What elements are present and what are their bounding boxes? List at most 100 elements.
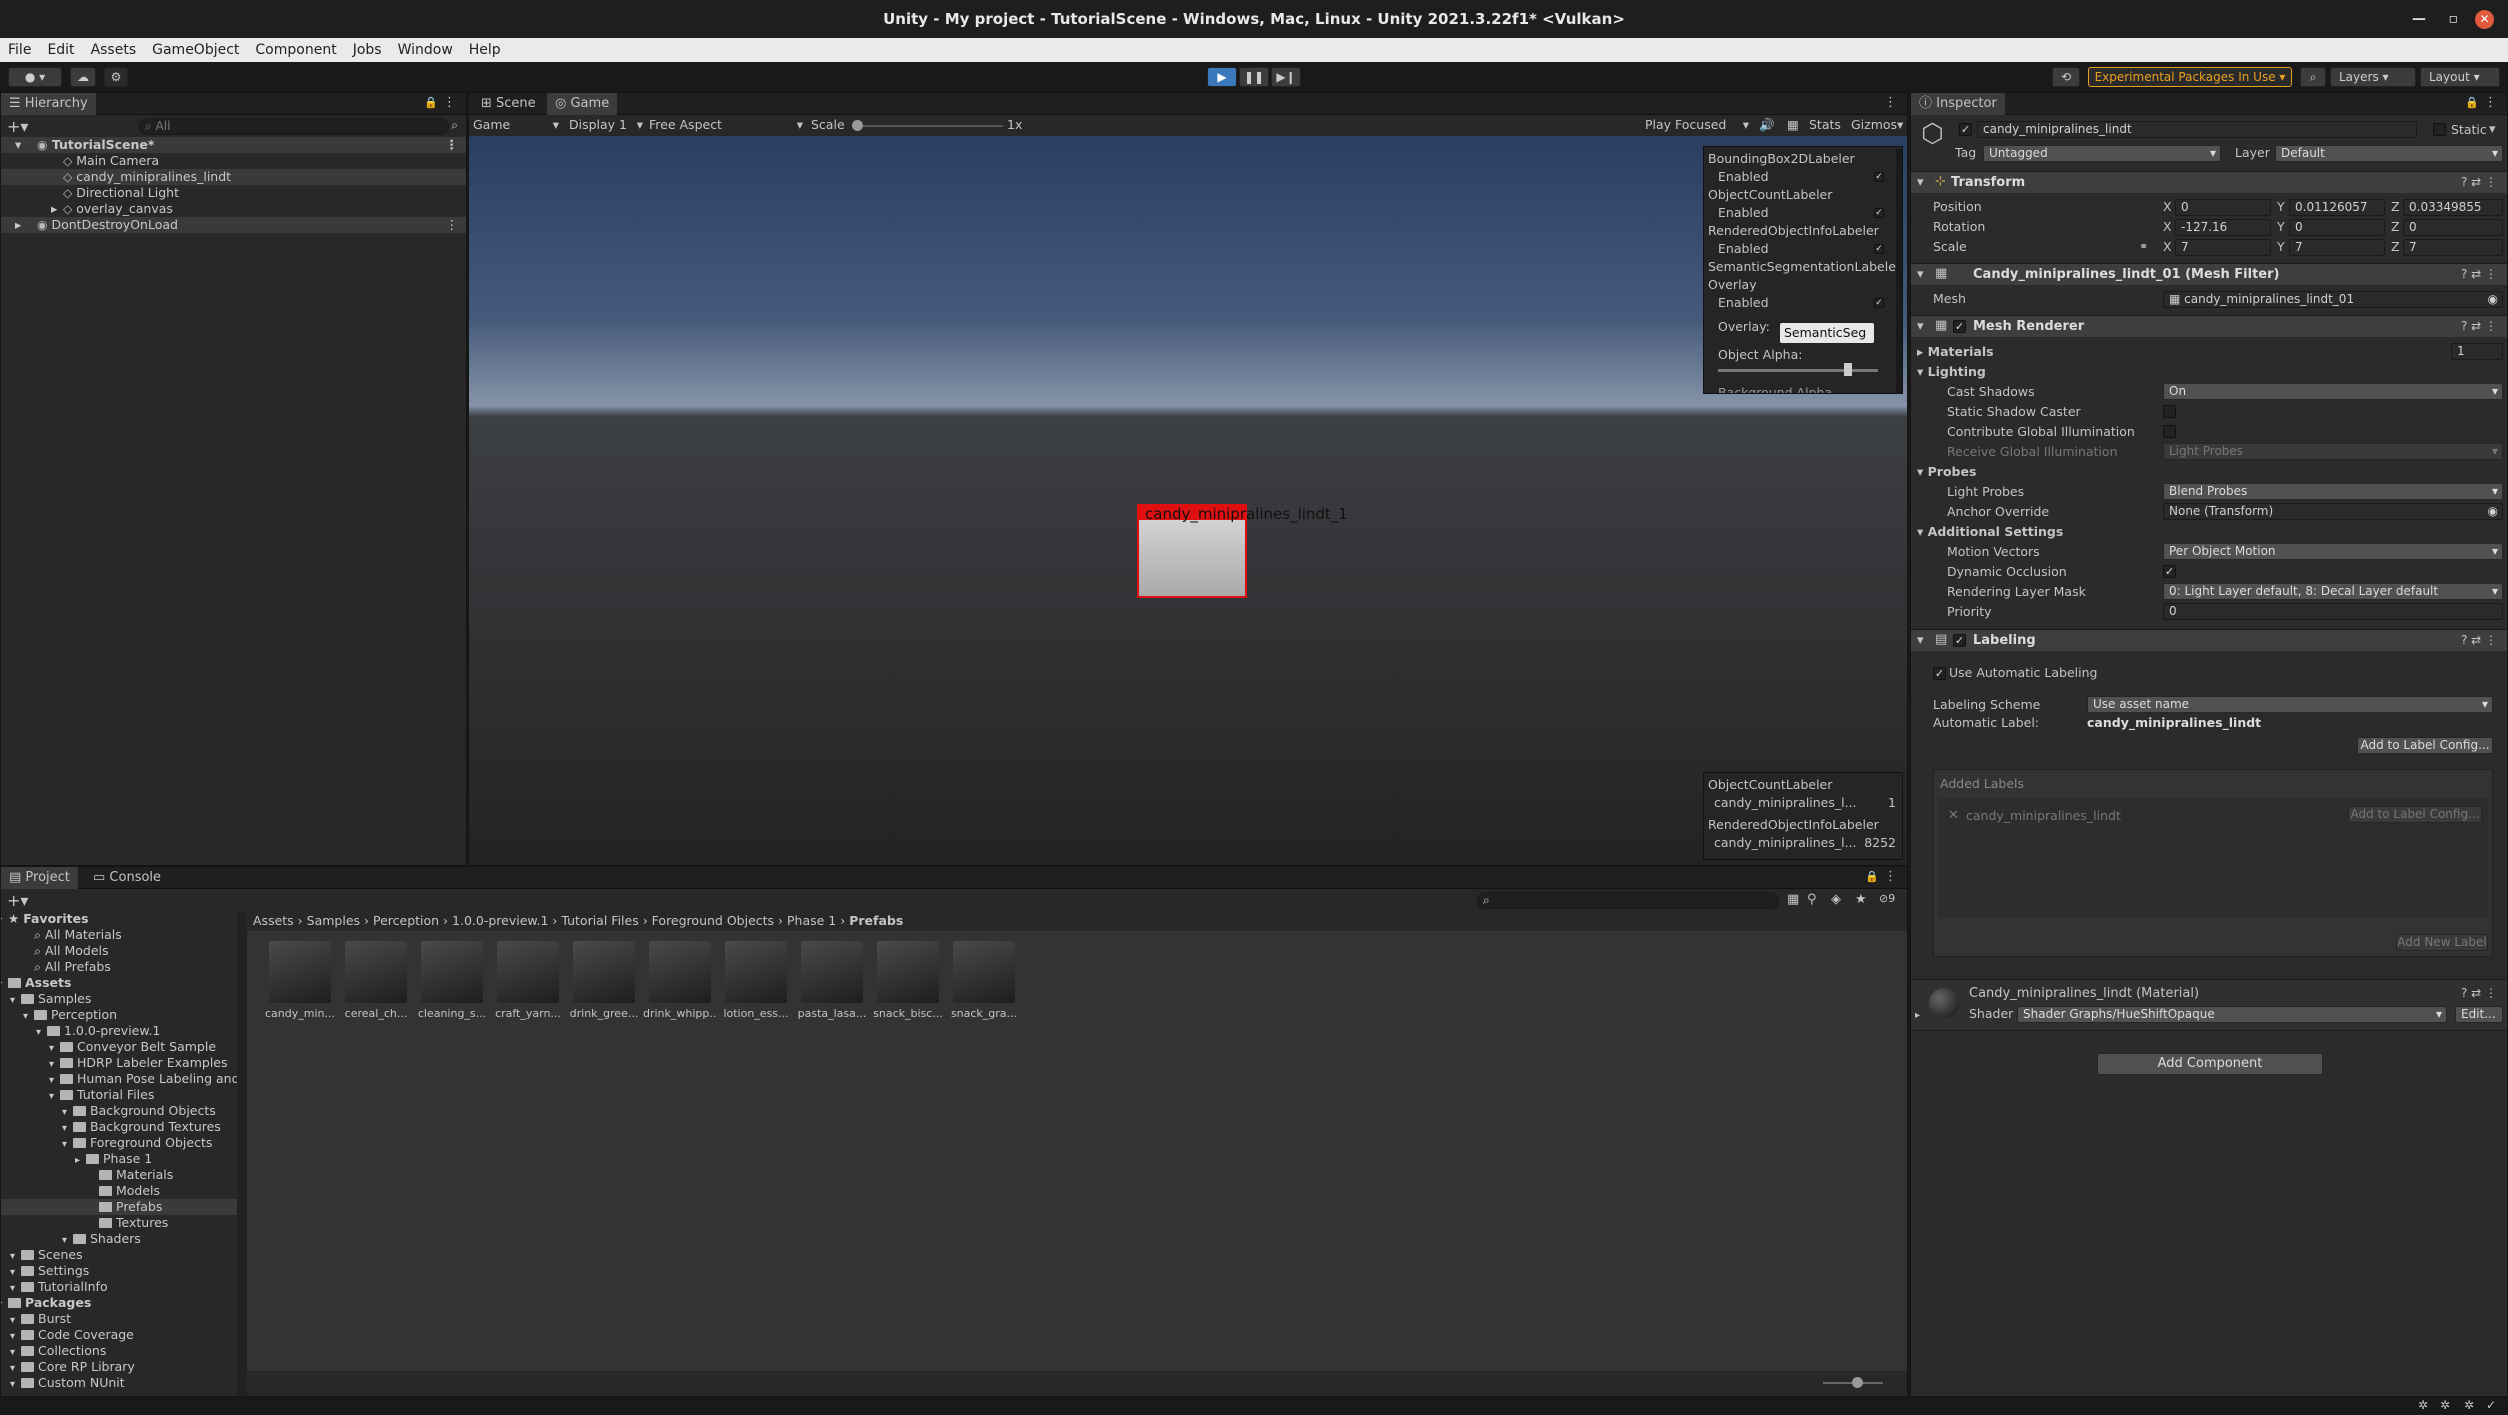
layout-dropdown[interactable]: Layout ▾ xyxy=(2420,67,2500,87)
menu-gameobject[interactable]: GameObject xyxy=(144,38,247,62)
folder-tree-item[interactable]: ▾ HDRP Labeler Examples xyxy=(1,1055,237,1071)
scene-menu-icon[interactable]: ⋮ xyxy=(446,217,459,233)
folder-tree-item[interactable]: ▾ TutorialInfo xyxy=(1,1279,237,1295)
lock-icon[interactable]: 🔒 xyxy=(1865,870,1879,883)
diagnostics-icon[interactable]: ✲ xyxy=(2464,1398,2474,1412)
play-focused-dropdown[interactable]: Play Focused ▾ xyxy=(1645,117,1749,132)
remove-label-icon[interactable]: ✕ xyxy=(1948,808,1959,823)
breadcrumb-item[interactable]: Tutorial Files xyxy=(561,913,638,928)
labeling-enabled-checkbox[interactable]: ✓ xyxy=(1953,634,1966,647)
hierarchy-item[interactable]: ◇ Main Camera xyxy=(1,153,466,169)
overlay-scrollbar[interactable] xyxy=(1896,149,1902,393)
prefab-thumbnail[interactable] xyxy=(649,941,711,1003)
enabled-checkbox[interactable]: ✓ xyxy=(1874,208,1884,218)
rotation-x-field[interactable]: -127.16 xyxy=(2175,219,2271,236)
object-name-input[interactable]: candy_minipralines_lindt xyxy=(1977,121,2417,138)
mesh-renderer-enabled-checkbox[interactable]: ✓ xyxy=(1953,320,1966,333)
rendering-layer-mask-dropdown[interactable]: 0: Light Layer default, 8: Decal Layer d… xyxy=(2163,583,2503,600)
hierarchy-item[interactable]: ▸ ◇ overlay_canvas xyxy=(1,201,466,217)
expand-arrow-icon[interactable]: ▾ xyxy=(10,1377,21,1393)
tag-dropdown[interactable]: Untagged ▾ xyxy=(1983,145,2221,162)
folder-tree-item[interactable]: Materials xyxy=(1,1167,237,1183)
light-probes-dropdown[interactable]: Blend Probes ▾ xyxy=(2163,483,2503,500)
search-icon[interactable]: ⌕ xyxy=(2300,67,2326,87)
folder-tree-item[interactable]: ▾Assets xyxy=(1,975,237,991)
check-icon[interactable]: ✓ xyxy=(2486,1398,2496,1412)
folder-tree-item[interactable]: ▾Packages xyxy=(1,1295,237,1311)
overlay-mode-dropdown[interactable]: SemanticSeg xyxy=(1780,323,1874,343)
folder-tree-item[interactable]: ▾ Core RP Library xyxy=(1,1359,237,1375)
folder-tree-item[interactable]: Textures xyxy=(1,1215,237,1231)
expand-arrow-icon[interactable]: ▾ xyxy=(15,137,21,153)
folder-tree-item[interactable]: ▾ Samples xyxy=(1,991,237,1007)
folder-tree-item[interactable]: ▾ Settings xyxy=(1,1263,237,1279)
enabled-checkbox[interactable]: ✓ xyxy=(1874,298,1884,308)
folder-tree-item[interactable]: ▾ Background Objects xyxy=(1,1103,237,1119)
hierarchy-search-input[interactable]: ⌕ All xyxy=(139,118,449,135)
mesh-renderer-header[interactable]: ▾ ▦ ✓ Mesh Renderer ? ⇄ ⋮ xyxy=(1911,315,2507,337)
component-menu-icons[interactable]: ? ⇄ ⋮ xyxy=(2461,986,2497,1000)
mesh-object-field[interactable]: ▦ candy_minipralines_lindt_01 ◉ xyxy=(2163,291,2503,308)
folder-tree-item[interactable]: ▾ Conveyor Belt Sample xyxy=(1,1039,237,1055)
add-icon[interactable]: +▾ xyxy=(7,891,28,910)
close-window-icon[interactable]: ✕ xyxy=(2475,10,2494,29)
game-dropdown[interactable]: Game ▾ xyxy=(473,117,559,132)
display-dropdown[interactable]: Display 1 ▾ xyxy=(569,117,643,132)
menu-window[interactable]: Window xyxy=(390,38,461,62)
mesh-filter-header[interactable]: ▾ ▦ Candy_minipralines_lindt_01 (Mesh Fi… xyxy=(1911,263,2507,285)
stats-button[interactable]: Stats xyxy=(1809,117,1841,132)
folder-tree-item[interactable]: Prefabs xyxy=(1,1199,237,1215)
hierarchy-item[interactable]: ◇ candy_minipralines_lindt xyxy=(1,169,466,185)
prefab-thumbnail[interactable] xyxy=(345,941,407,1003)
priority-field[interactable]: 0 xyxy=(2163,603,2503,620)
more-menu-icon[interactable]: ⋮ xyxy=(2484,95,2497,110)
folder-tree-item[interactable]: ⌕ All Prefabs xyxy=(1,959,237,975)
menu-component[interactable]: Component xyxy=(247,38,344,62)
search-by-label-icon[interactable]: ⚲ xyxy=(1807,892,1817,907)
pause-button[interactable]: ❚❚ xyxy=(1239,67,1269,87)
account-button[interactable]: ● ▾ xyxy=(8,67,62,87)
folder-tree-item[interactable]: ▾ Human Pose Labeling and xyxy=(1,1071,237,1087)
constrain-proportions-icon[interactable]: ⚭ xyxy=(2139,240,2148,253)
menu-file[interactable]: File xyxy=(0,38,39,62)
breadcrumb-item[interactable]: Assets xyxy=(253,913,294,928)
more-menu-icon[interactable]: ⋮ xyxy=(443,95,456,110)
label-tag-icon[interactable]: ◈ xyxy=(1831,892,1841,907)
use-automatic-labeling-checkbox[interactable]: ✓ xyxy=(1933,667,1946,680)
gizmos-dropdown-icon[interactable]: ▾ xyxy=(1897,117,1903,132)
breadcrumb-item[interactable]: Foreground Objects xyxy=(652,913,774,928)
rotation-z-field[interactable]: 0 xyxy=(2403,219,2503,236)
play-button[interactable]: ▶ xyxy=(1207,67,1237,87)
prefab-thumbnail[interactable] xyxy=(497,941,559,1003)
add-icon[interactable]: +▾ xyxy=(7,117,28,136)
component-menu-icons[interactable]: ? ⇄ ⋮ xyxy=(2461,175,2497,189)
progress-icon[interactable]: ✲ xyxy=(2440,1398,2450,1412)
project-search-input[interactable]: ⌕ xyxy=(1477,892,1779,909)
aspect-dropdown[interactable]: Free Aspect ▾ xyxy=(649,117,803,132)
menu-edit[interactable]: Edit xyxy=(39,38,82,62)
folder-tree-scrollbar[interactable] xyxy=(237,911,247,1396)
folder-tree-item[interactable]: ▾ Foreground Objects xyxy=(1,1135,237,1151)
more-menu-icon[interactable]: ⋮ xyxy=(1884,95,1897,110)
prefab-thumbnail[interactable] xyxy=(269,941,331,1003)
tab-console[interactable]: ▭ Console xyxy=(85,867,169,889)
prefab-thumbnail[interactable] xyxy=(877,941,939,1003)
folder-tree-item[interactable]: ▾ Burst xyxy=(1,1311,237,1327)
add-to-label-config-button[interactable]: Add to Label Config... xyxy=(2357,737,2493,754)
prefab-thumbnail[interactable] xyxy=(573,941,635,1003)
prefab-thumbnail[interactable] xyxy=(421,941,483,1003)
audio-icon[interactable]: 🔊 xyxy=(1759,117,1775,133)
motion-vectors-dropdown[interactable]: Per Object Motion ▾ xyxy=(2163,543,2503,560)
layer-dropdown[interactable]: Default ▾ xyxy=(2275,145,2503,162)
prefab-thumbnail[interactable] xyxy=(801,941,863,1003)
folder-tree-item[interactable]: ▾★ Favorites xyxy=(1,911,237,927)
add-new-label-button[interactable]: Add New Label xyxy=(2396,934,2488,951)
lock-icon[interactable]: 🔒 xyxy=(424,96,438,109)
game-viewport[interactable]: candy_minipralines_lindt_1 BoundingBox2D… xyxy=(469,136,1907,865)
probes-foldout[interactable]: ▾ Probes xyxy=(1917,464,1976,480)
folder-tree-item[interactable]: ▾ Custom NUnit xyxy=(1,1375,237,1391)
scene-row[interactable]: ▾ ◉ TutorialScene* ⋮ xyxy=(1,137,466,153)
expand-arrow-icon[interactable]: ▸ xyxy=(15,217,21,233)
materials-foldout[interactable]: ▸ Materials xyxy=(1917,344,1994,360)
expand-arrow-icon[interactable]: ▸ xyxy=(51,201,57,217)
